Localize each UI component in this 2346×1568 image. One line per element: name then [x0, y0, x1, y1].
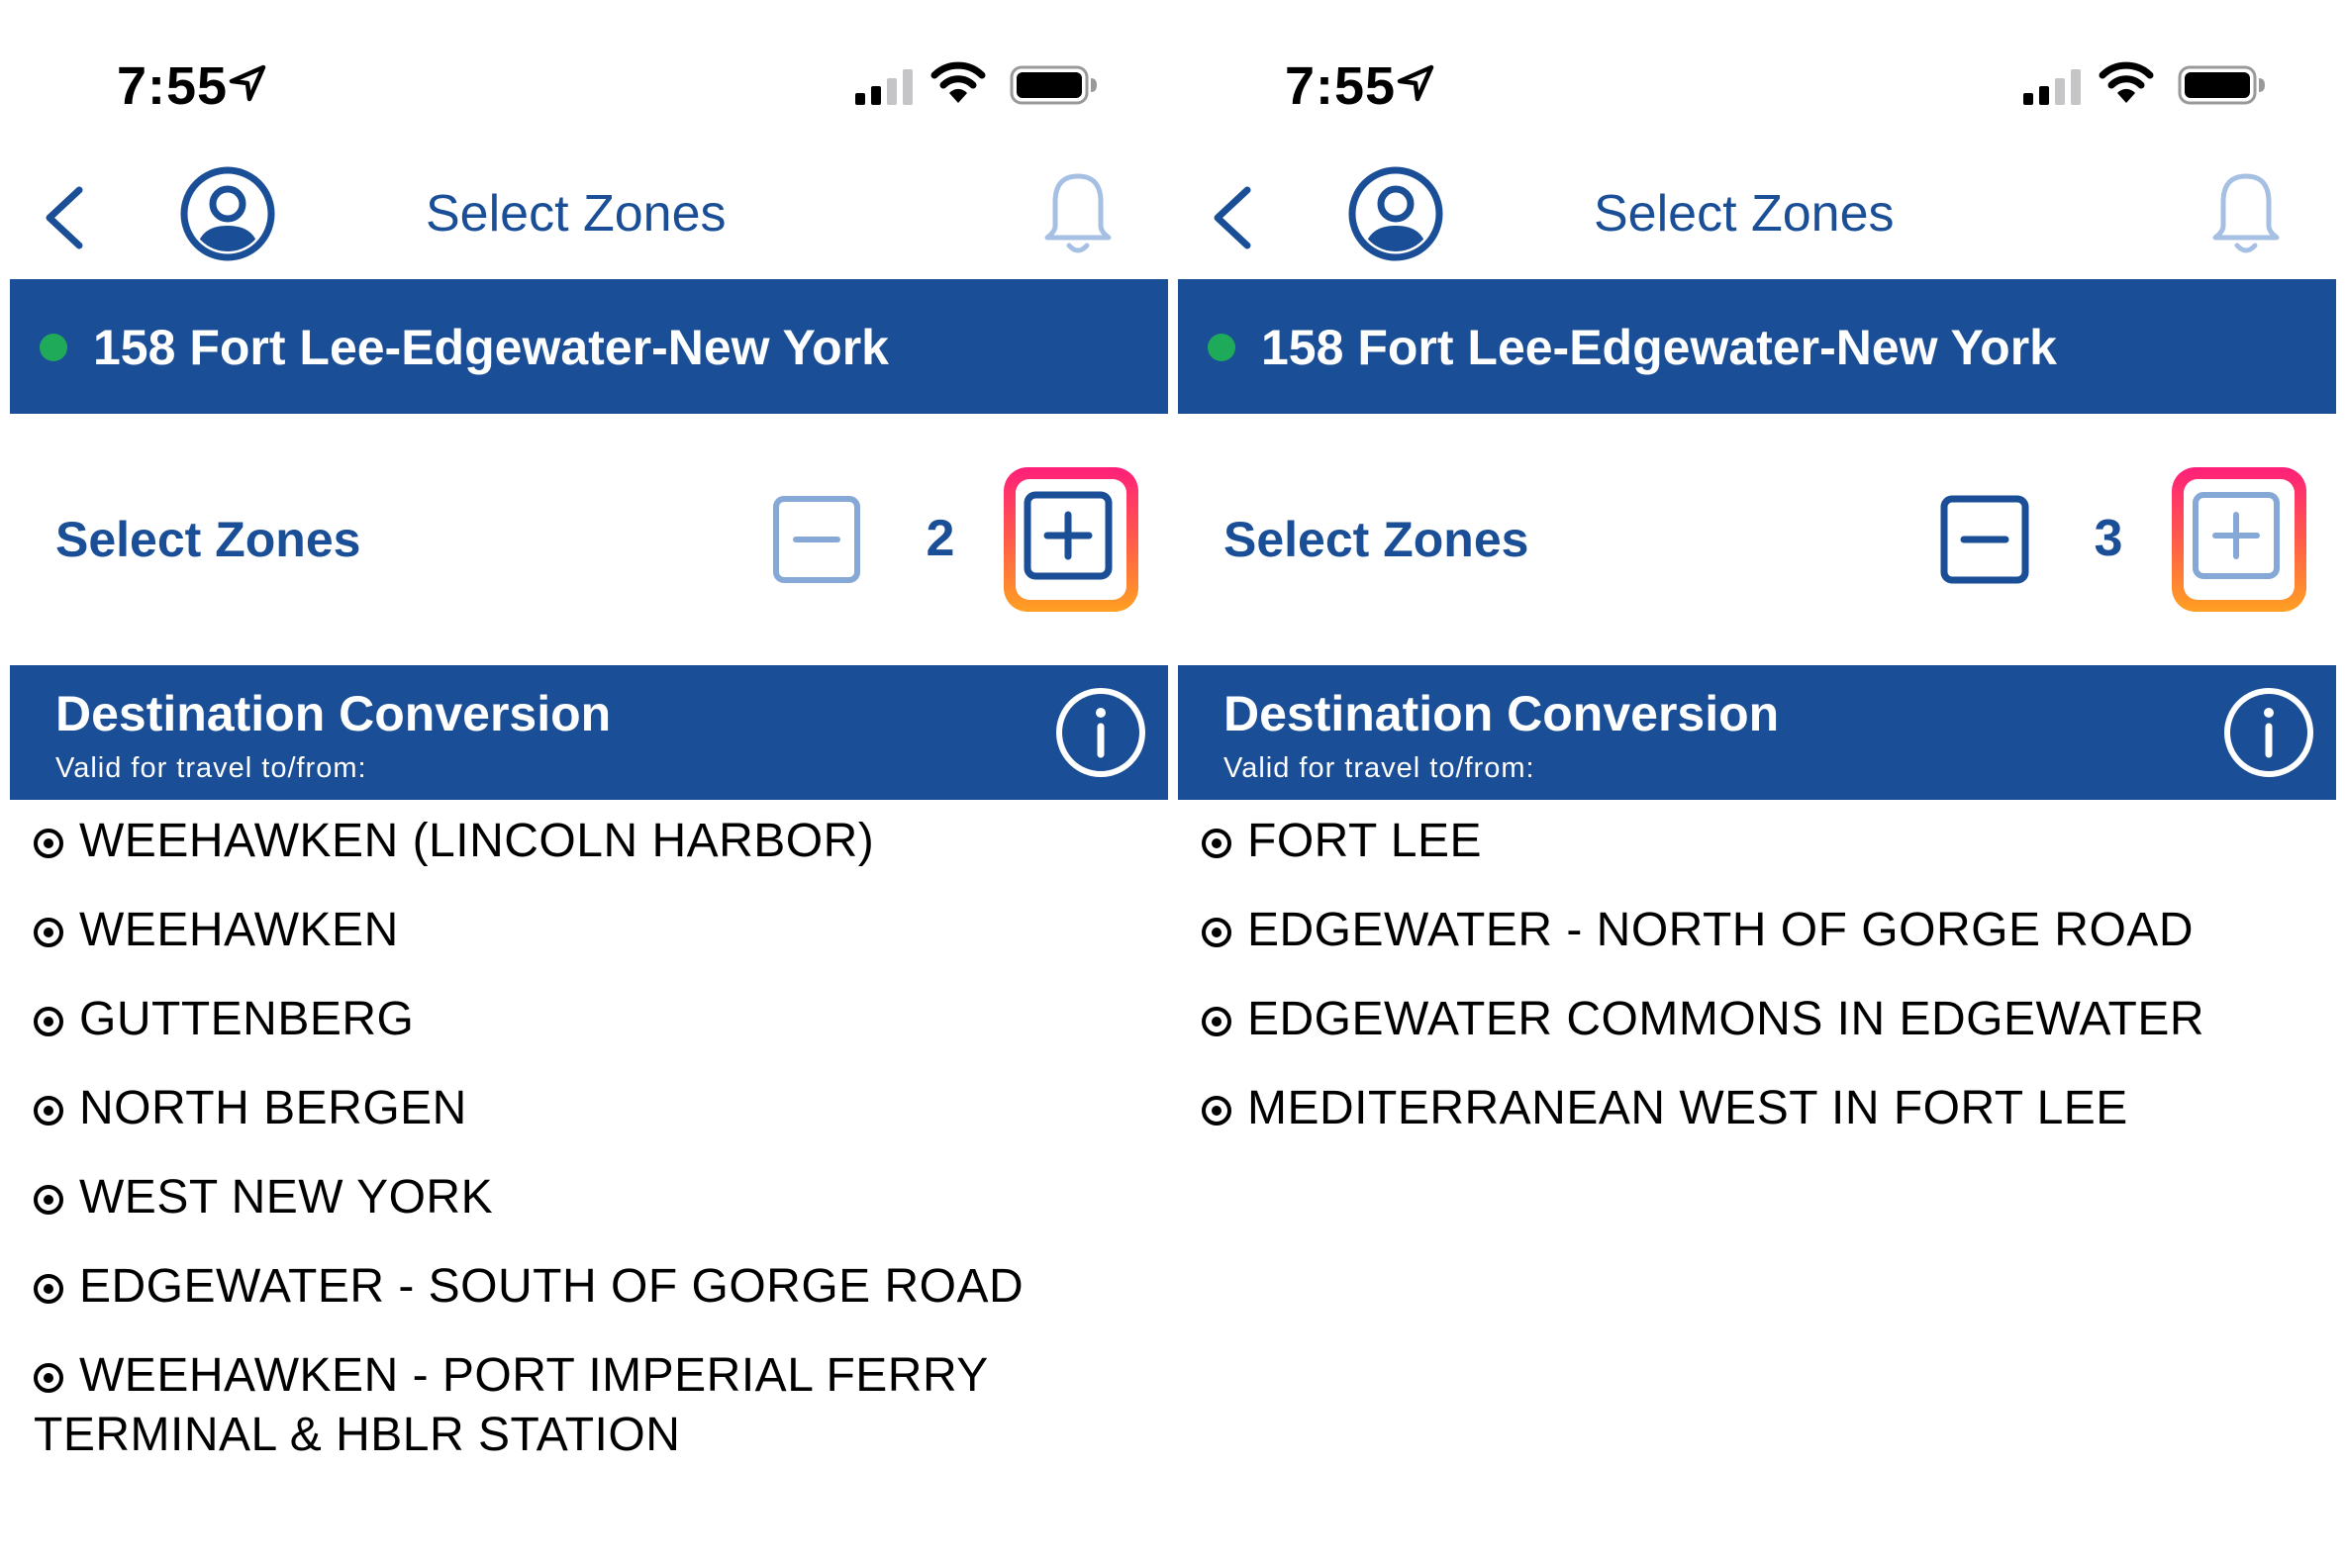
- status-time: 7:55: [1285, 56, 1397, 116]
- route-status-dot: [40, 334, 67, 361]
- plus-highlight-box: [1004, 467, 1138, 612]
- decrement-zones-button[interactable]: [1940, 495, 2029, 584]
- route-name: 158 Fort Lee-Edgewater-New York: [93, 320, 889, 375]
- list-item: EDGEWATER COMMONS IN EDGEWATER: [1202, 990, 2310, 1049]
- info-icon[interactable]: [1053, 685, 1148, 780]
- notification-bell-icon[interactable]: [1035, 168, 1121, 259]
- list-item: WEEHAWKEN (LINCOLN HARBOR): [34, 812, 1142, 871]
- destination-subtitle: Valid for travel to/from:: [1223, 752, 1535, 784]
- destination-list: WEEHAWKEN (LINCOLN HARBOR) WEEHAWKEN GUT…: [34, 812, 1142, 1495]
- destination-header-bar: Destination Conversion Valid for travel …: [10, 665, 1168, 800]
- back-chevron-icon[interactable]: [30, 178, 99, 257]
- wifi-icon: [930, 61, 986, 103]
- zone-count: 3: [2094, 510, 2123, 567]
- list-item: EDGEWATER - SOUTH OF GORGE ROAD: [34, 1257, 1142, 1317]
- route-header-bar: 158 Fort Lee-Edgewater-New York: [1178, 279, 2336, 414]
- list-item: FORT LEE: [1202, 812, 2310, 871]
- zone-selector-label: Select Zones: [55, 512, 361, 567]
- route-header-bar: 158 Fort Lee-Edgewater-New York: [10, 279, 1168, 414]
- battery-icon: [2178, 65, 2265, 105]
- destination-header-bar: Destination Conversion Valid for travel …: [1178, 665, 2336, 800]
- list-item-label: NORTH BERGEN: [79, 1082, 467, 1134]
- increment-zones-button[interactable]: [2192, 491, 2281, 580]
- radio-bullet-icon: [34, 1096, 63, 1126]
- page-title: Select Zones: [426, 185, 727, 243]
- list-item-label: FORT LEE: [1247, 815, 1482, 867]
- list-item: NORTH BERGEN: [34, 1079, 1142, 1138]
- list-item: WEST NEW YORK: [34, 1168, 1142, 1227]
- list-item: WEEHAWKEN - PORT IMPERIAL FERRY TERMINAL…: [34, 1346, 1004, 1465]
- radio-bullet-icon: [34, 1363, 63, 1393]
- decrement-zones-button[interactable]: [772, 495, 861, 584]
- destination-list: FORT LEE EDGEWATER - NORTH OF GORGE ROAD…: [1202, 812, 2310, 1168]
- radio-bullet-icon: [34, 918, 63, 947]
- back-chevron-icon[interactable]: [1198, 178, 1267, 257]
- notification-bell-icon[interactable]: [2203, 168, 2289, 259]
- battery-icon: [1010, 65, 1097, 105]
- route-status-dot: [1208, 334, 1235, 361]
- location-arrow-icon: [229, 64, 266, 102]
- radio-bullet-icon: [1202, 918, 1231, 947]
- route-name: 158 Fort Lee-Edgewater-New York: [1261, 320, 2057, 375]
- list-item-label: EDGEWATER - NORTH OF GORGE ROAD: [1247, 904, 2194, 956]
- destination-title: Destination Conversion: [1223, 686, 1780, 741]
- zone-count: 2: [926, 510, 955, 567]
- increment-zones-button[interactable]: [1024, 491, 1113, 580]
- cellular-signal-icon: [855, 69, 913, 105]
- plus-highlight-box: [2172, 467, 2306, 612]
- list-item: GUTTENBERG: [34, 990, 1142, 1049]
- list-item-label: MEDITERRANEAN WEST IN FORT LEE: [1247, 1082, 2128, 1134]
- list-item-label: WEEHAWKEN: [79, 904, 399, 956]
- location-arrow-icon: [1397, 64, 1434, 102]
- list-item-label: WEST NEW YORK: [79, 1171, 494, 1224]
- radio-bullet-icon: [1202, 1096, 1231, 1126]
- list-item-label: GUTTENBERG: [79, 993, 415, 1045]
- zone-selector-label: Select Zones: [1223, 512, 1529, 567]
- page-title: Select Zones: [1594, 185, 1895, 243]
- radio-bullet-icon: [34, 829, 63, 858]
- wifi-icon: [2099, 61, 2154, 103]
- radio-bullet-icon: [1202, 1007, 1231, 1036]
- radio-bullet-icon: [34, 1274, 63, 1304]
- radio-bullet-icon: [34, 1185, 63, 1215]
- info-icon[interactable]: [2221, 685, 2316, 780]
- destination-subtitle: Valid for travel to/from:: [55, 752, 367, 784]
- phone-screen-left: 7:55 Select Zones 158 Fort Lee-Edgewater…: [10, 0, 1168, 1568]
- profile-avatar-icon[interactable]: [1348, 166, 1443, 261]
- list-item-label: WEEHAWKEN (LINCOLN HARBOR): [79, 815, 875, 867]
- radio-bullet-icon: [1202, 829, 1231, 858]
- status-time: 7:55: [117, 56, 229, 116]
- list-item: WEEHAWKEN: [34, 901, 1142, 960]
- cellular-signal-icon: [2023, 69, 2081, 105]
- list-item-label: EDGEWATER COMMONS IN EDGEWATER: [1247, 993, 2205, 1045]
- list-item-label: WEEHAWKEN - PORT IMPERIAL FERRY TERMINAL…: [34, 1349, 988, 1461]
- destination-title: Destination Conversion: [55, 686, 612, 741]
- list-item-label: EDGEWATER - SOUTH OF GORGE ROAD: [79, 1260, 1025, 1313]
- list-item: MEDITERRANEAN WEST IN FORT LEE: [1202, 1079, 2310, 1138]
- list-item: EDGEWATER - NORTH OF GORGE ROAD: [1202, 901, 2310, 960]
- phone-screen-right: 7:55 Select Zones 158 Fort Lee-Edgewater…: [1178, 0, 2336, 1568]
- profile-avatar-icon[interactable]: [180, 166, 275, 261]
- radio-bullet-icon: [34, 1007, 63, 1036]
